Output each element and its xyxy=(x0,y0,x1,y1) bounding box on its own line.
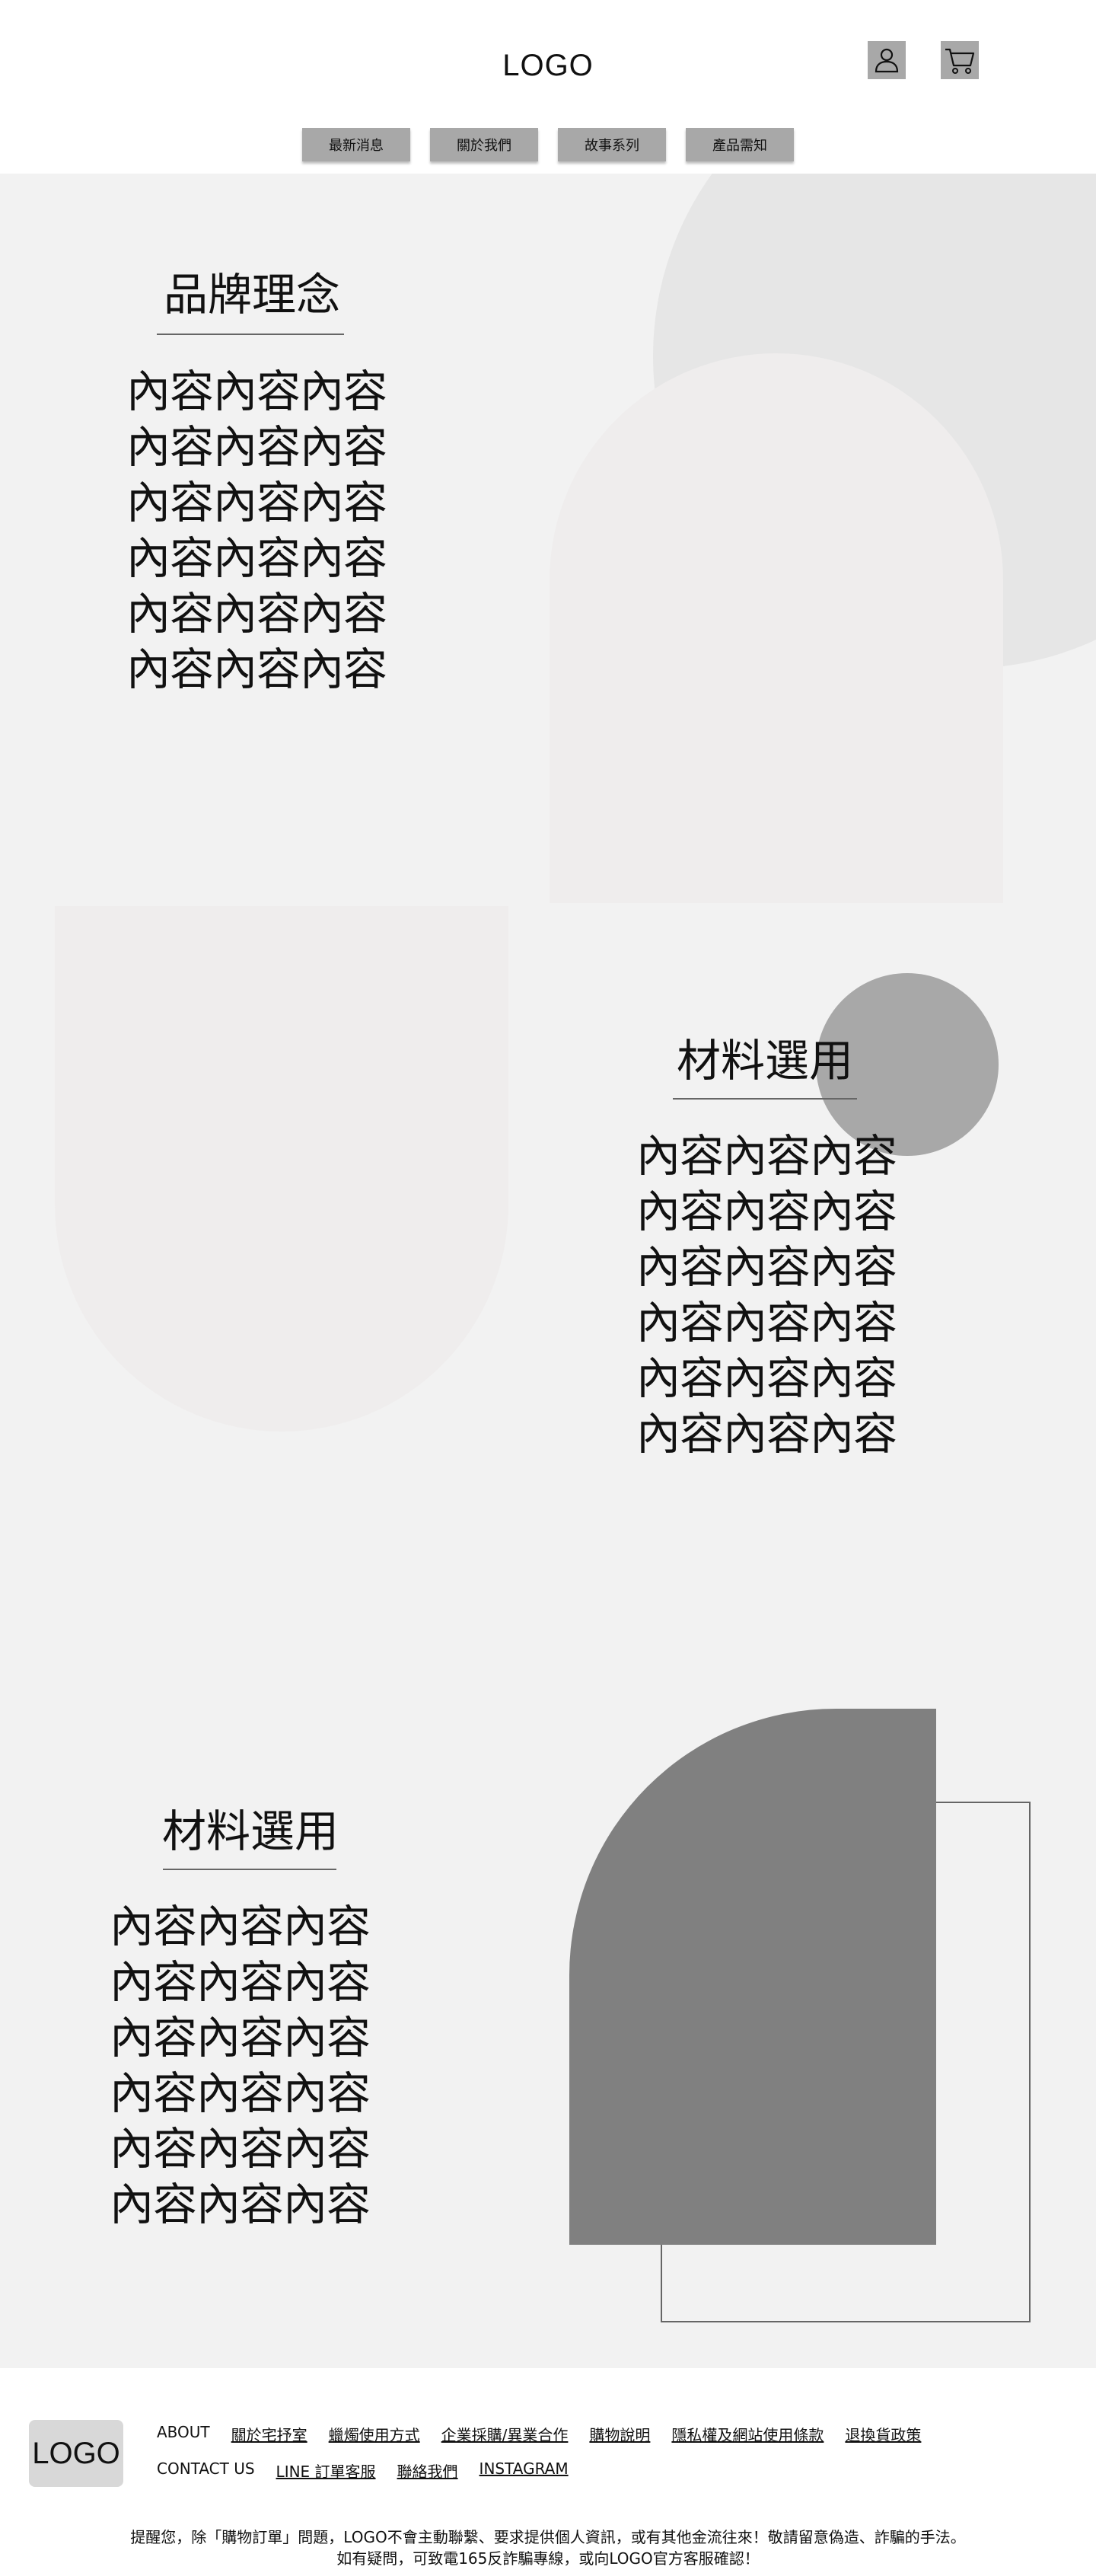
footer-link-shopping-guide[interactable]: 購物說明 xyxy=(589,2423,650,2445)
cart-icon-glyph xyxy=(945,48,975,74)
body-line: 內容內容內容 xyxy=(110,1956,371,2008)
body-line: 內容內容內容 xyxy=(110,2179,371,2230)
header-logo[interactable]: LOGO xyxy=(0,49,1096,83)
section-title-materials: 材料選用 xyxy=(676,1035,853,1087)
main-nav: 最新消息 關於我們 故事系列 產品需知 xyxy=(0,128,1096,161)
image-placeholder-arch-inverted xyxy=(55,906,508,1432)
body-line: 內容內容內容 xyxy=(636,1297,897,1349)
footer-link-corporate[interactable]: 企業採購/異業合作 xyxy=(441,2423,569,2445)
user-icon-glyph xyxy=(875,48,899,73)
footer-link-privacy[interactable]: 隱私權及網站使用條款 xyxy=(671,2423,824,2445)
image-placeholder-quarter xyxy=(569,1709,936,2245)
footer-link-instagram[interactable]: INSTAGRAM xyxy=(480,2459,569,2482)
section-body-brand: 內容內容內容 內容內容內容 內容內容內容 內容內容內容 內容內容內容 內容內容內… xyxy=(126,364,387,697)
footer-links-contact: CONTACT US LINE 訂單客服 聯絡我們 INSTAGRAM xyxy=(157,2459,569,2482)
nav-item-product-info[interactable]: 產品需知 xyxy=(686,128,794,161)
section-title-brand: 品牌理念 xyxy=(163,269,340,321)
footer-link-returns[interactable]: 退換貨政策 xyxy=(845,2423,921,2445)
body-line: 內容內容內容 xyxy=(110,2012,371,2064)
nav-item-news[interactable]: 最新消息 xyxy=(302,128,410,161)
site-footer: LOGO ABOUT 關於宅抒室 蠟燭使用方式 企業採購/異業合作 購物說明 隱… xyxy=(0,2368,1096,2576)
title-underline xyxy=(157,334,344,335)
title-underline xyxy=(163,1869,336,1870)
section-body-materials-2: 內容內容內容 內容內容內容 內容內容內容 內容內容內容 內容內容內容 內容內容內… xyxy=(110,1899,371,2233)
footer-link-contact[interactable]: 聯絡我們 xyxy=(397,2459,458,2482)
footer-notice-line-2: 如有疑問，可致電165反詐騙專線，或向LOGO官方客服確認！ xyxy=(336,2549,760,2568)
cart-icon[interactable] xyxy=(941,41,979,79)
footer-heading-about: ABOUT xyxy=(157,2423,210,2441)
body-line: 內容內容內容 xyxy=(126,643,387,695)
footer-link-about-us[interactable]: 關於宅抒室 xyxy=(231,2423,307,2445)
body-line: 內容內容內容 xyxy=(636,1241,897,1293)
user-icon[interactable] xyxy=(868,41,906,79)
body-line: 內容內容內容 xyxy=(110,2123,371,2175)
footer-heading-contact: CONTACT US xyxy=(157,2459,255,2478)
body-line: 內容內容內容 xyxy=(126,477,387,528)
main-content: 品牌理念 內容內容內容 內容內容內容 內容內容內容 內容內容內容 內容內容內容 … xyxy=(0,174,1096,2368)
section-body-materials: 內容內容內容 內容內容內容 內容內容內容 內容內容內容 內容內容內容 內容內容內… xyxy=(636,1128,897,1462)
body-line: 內容內容內容 xyxy=(126,421,387,473)
body-line: 內容內容內容 xyxy=(636,1352,897,1404)
image-placeholder-arch xyxy=(550,353,1003,903)
footer-notice-line-1: 提醒您，除「購物訂單」問題，LOGO不會主動聯繫、要求提供個人資訊，或有其他金流… xyxy=(130,2528,966,2546)
footer-links-about: ABOUT 關於宅抒室 蠟燭使用方式 企業採購/異業合作 購物說明 隱私權及網站… xyxy=(157,2423,921,2445)
body-line: 內容內容內容 xyxy=(636,1130,897,1182)
section-title-materials-2: 材料選用 xyxy=(161,1805,339,1857)
body-line: 內容內容內容 xyxy=(126,365,387,417)
body-line: 內容內容內容 xyxy=(126,532,387,584)
site-header: LOGO 最新消息 關於我們 故事系列 產品需知 xyxy=(0,0,1096,174)
title-underline xyxy=(673,1098,857,1100)
body-line: 內容內容內容 xyxy=(636,1408,897,1460)
footer-logo[interactable]: LOGO xyxy=(29,2420,123,2487)
body-line: 內容內容內容 xyxy=(126,588,387,640)
footer-link-candle-usage[interactable]: 蠟燭使用方式 xyxy=(329,2423,420,2445)
body-line: 內容內容內容 xyxy=(110,1901,371,1952)
footer-link-line[interactable]: LINE 訂單客服 xyxy=(276,2459,376,2482)
body-line: 內容內容內容 xyxy=(110,2067,371,2119)
nav-item-stories[interactable]: 故事系列 xyxy=(558,128,666,161)
nav-item-about[interactable]: 關於我們 xyxy=(430,128,538,161)
body-line: 內容內容內容 xyxy=(636,1186,897,1237)
